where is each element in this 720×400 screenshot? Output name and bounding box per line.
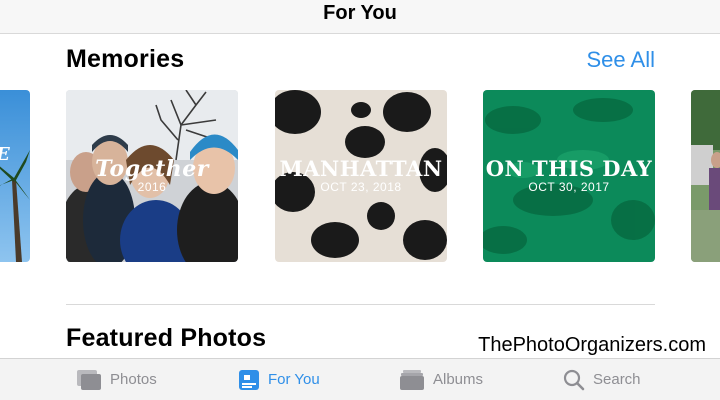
- search-icon: [563, 369, 585, 390]
- photos-icon: [77, 369, 101, 390]
- svg-text:E: E: [0, 144, 10, 165]
- memory-title: ON THIS DAY: [485, 156, 653, 181]
- memory-card-partial-right[interactable]: [691, 90, 720, 262]
- see-all-link[interactable]: See All: [587, 47, 656, 73]
- tab-photos[interactable]: Photos: [76, 359, 157, 400]
- park-photo: [691, 90, 720, 262]
- memory-card-together[interactable]: Together 2016: [66, 90, 238, 262]
- tab-search[interactable]: Search: [563, 359, 641, 400]
- for-you-icon: [239, 369, 259, 390]
- tab-label: Albums: [433, 371, 484, 388]
- tab-for-you[interactable]: For You: [238, 359, 320, 400]
- tab-albums[interactable]: Albums: [399, 359, 483, 400]
- palm-photo: E: [0, 90, 30, 262]
- memory-date: 2016: [137, 180, 167, 194]
- memory-title: Together: [95, 156, 209, 182]
- memory-card-on-this-day[interactable]: ON THIS DAY OCT 30, 2017: [483, 90, 655, 262]
- memory-card-manhattan[interactable]: MANHATTAN OCT 23, 2018: [275, 90, 447, 262]
- memories-heading: Memories: [66, 45, 185, 73]
- tab-bar: Photos For You Albums Search: [0, 358, 720, 400]
- memory-card-partial-left[interactable]: E: [0, 90, 30, 262]
- featured-photos-heading: Featured Photos: [66, 324, 267, 352]
- page-title: For You: [323, 2, 397, 24]
- tab-label: For You: [268, 371, 320, 388]
- memory-date: OCT 30, 2017: [528, 180, 610, 194]
- navigation-bar: For You: [0, 0, 720, 34]
- tab-label: Photos: [110, 371, 157, 388]
- memory-title: MANHATTAN: [279, 156, 443, 181]
- tab-label: Search: [593, 371, 641, 388]
- memory-date: OCT 23, 2018: [320, 180, 402, 194]
- albums-icon: [400, 369, 424, 390]
- watermark-text: ThePhotoOrganizers.com: [472, 332, 712, 358]
- section-divider: [66, 304, 655, 305]
